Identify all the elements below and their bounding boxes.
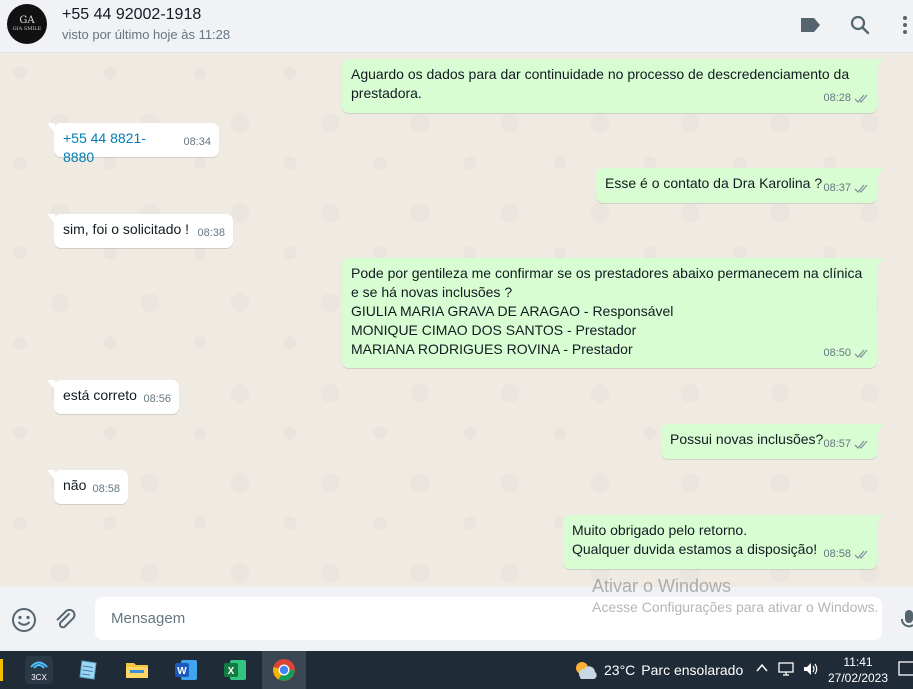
- contact-avatar[interactable]: GA GIA SMILE: [7, 4, 47, 44]
- avatar-text: GIA SMILE: [12, 26, 42, 32]
- taskbar-file-explorer[interactable]: [115, 651, 159, 689]
- message-meta: 08:34: [183, 133, 211, 152]
- folder-icon: [126, 663, 148, 678]
- message-time: 08:37: [823, 182, 851, 194]
- attach-icon[interactable]: [52, 607, 78, 633]
- message-time: 08:57: [823, 438, 851, 450]
- network-icon[interactable]: [777, 661, 795, 680]
- conversation-panel[interactable]: Aguardo os dados para dar continuidade n…: [0, 53, 913, 587]
- clock-date: 27/02/2023: [827, 671, 889, 685]
- message-time: 08:58: [92, 483, 120, 495]
- message-text: e se há novas inclusões ?: [351, 284, 513, 300]
- message-bubble-incoming[interactable]: está correto 08:56: [47, 380, 179, 414]
- message-time: 08:58: [823, 548, 851, 560]
- excel-icon: X: [224, 660, 246, 680]
- taskbar-notes[interactable]: [66, 651, 110, 689]
- partly-sunny-icon: [576, 662, 597, 679]
- svg-text:X: X: [228, 666, 235, 677]
- svg-text:W: W: [177, 666, 187, 677]
- chat-header: GA GIA SMILE +55 44 92002-1918 visto por…: [0, 0, 913, 53]
- taskbar-edge-app[interactable]: [0, 659, 3, 681]
- message-meta: 08:37: [823, 179, 870, 198]
- double-check-icon: [854, 349, 868, 358]
- message-meta: 08:50: [823, 344, 870, 363]
- label-icon[interactable]: [797, 12, 823, 38]
- taskbar-clock[interactable]: 11:41 27/02/2023: [826, 654, 890, 686]
- message-meta: 08:56: [143, 390, 171, 409]
- taskbar-3cx[interactable]: 3CX: [17, 651, 61, 689]
- weather-description: Parc ensolarado: [641, 662, 744, 678]
- double-check-icon: [854, 94, 868, 103]
- double-check-icon: [854, 550, 868, 559]
- notifications-icon[interactable]: [897, 659, 913, 681]
- microphone-icon[interactable]: [899, 607, 913, 633]
- word-icon: W: [175, 660, 197, 680]
- windows-taskbar: 3CX W X 23°C Parc ensolarado 11:41 27/02…: [0, 651, 913, 689]
- 3cx-icon: 3CX: [25, 656, 53, 684]
- volume-icon[interactable]: [802, 661, 820, 680]
- message-bubble-outgoing[interactable]: Pode por gentileza me confirmar se os pr…: [342, 258, 884, 368]
- message-time: 08:28: [823, 92, 851, 104]
- message-meta: 08:57: [823, 435, 870, 454]
- message-time: 08:50: [823, 347, 851, 359]
- contact-name[interactable]: +55 44 92002-1918: [62, 6, 201, 24]
- message-composer: [0, 587, 913, 651]
- message-text: Pode por gentileza me confirmar se os pr…: [351, 265, 863, 281]
- avatar-monogram: GA: [19, 15, 35, 26]
- message-text: Aguardo os dados para dar continuidade n…: [351, 66, 850, 82]
- message-text: prestadora.: [351, 85, 422, 101]
- taskbar-word[interactable]: W: [164, 651, 208, 689]
- 3cx-label: 3CX: [31, 673, 47, 682]
- message-text: MARIANA RODRIGUES ROVINA - Prestador: [351, 341, 633, 357]
- message-meta: 08:58: [823, 545, 870, 564]
- message-text: Muito obrigado pelo retorno.: [572, 522, 748, 538]
- taskbar-excel[interactable]: X: [213, 651, 257, 689]
- message-bubble-outgoing[interactable]: Aguardo os dados para dar continuidade n…: [342, 59, 884, 113]
- taskbar-weather[interactable]: 23°C Parc ensolarado: [572, 658, 743, 682]
- message-time: 08:56: [143, 393, 171, 405]
- emoji-icon[interactable]: [11, 607, 37, 633]
- taskbar-chrome[interactable]: [262, 651, 306, 689]
- chrome-icon: [273, 659, 295, 681]
- tray-expand-icon[interactable]: [755, 661, 769, 678]
- double-check-icon: [854, 440, 868, 449]
- message-bubble-outgoing[interactable]: Possui novas inclusões? 08:57: [661, 424, 884, 459]
- message-meta: 08:58: [92, 480, 120, 499]
- message-bubble-outgoing[interactable]: Esse é o contato da Dra Karolina ? 08:37: [596, 168, 884, 203]
- message-time: 08:34: [183, 136, 211, 148]
- message-time: 08:38: [197, 227, 225, 239]
- weather-temperature: 23°C: [604, 662, 636, 678]
- message-meta: 08:38: [197, 224, 225, 243]
- message-bubble-outgoing[interactable]: Muito obrigado pelo retorno. Qualquer du…: [563, 515, 884, 569]
- search-icon[interactable]: [847, 12, 873, 38]
- menu-icon[interactable]: [897, 12, 913, 38]
- message-text: GIULIA MARIA GRAVA DE ARAGAO - Responsáv…: [351, 303, 674, 319]
- message-bubble-incoming[interactable]: não 08:58: [47, 470, 128, 504]
- double-check-icon: [854, 184, 868, 193]
- message-meta: 08:28: [823, 89, 870, 108]
- message-bubble-incoming[interactable]: +55 44 8821-8880 08:34: [47, 123, 219, 165]
- clock-time: 11:41: [843, 655, 873, 669]
- message-input[interactable]: [95, 597, 882, 640]
- message-text: MONIQUE CIMAO DOS SANTOS - Prestador: [351, 322, 637, 338]
- notes-icon: [79, 660, 97, 680]
- message-bubble-incoming[interactable]: sim, foi o solicitado ! 08:38: [47, 214, 233, 248]
- phone-link[interactable]: +55 44 8821-8880: [63, 129, 175, 167]
- contact-last-seen: visto por último hoje às 11:28: [62, 27, 231, 42]
